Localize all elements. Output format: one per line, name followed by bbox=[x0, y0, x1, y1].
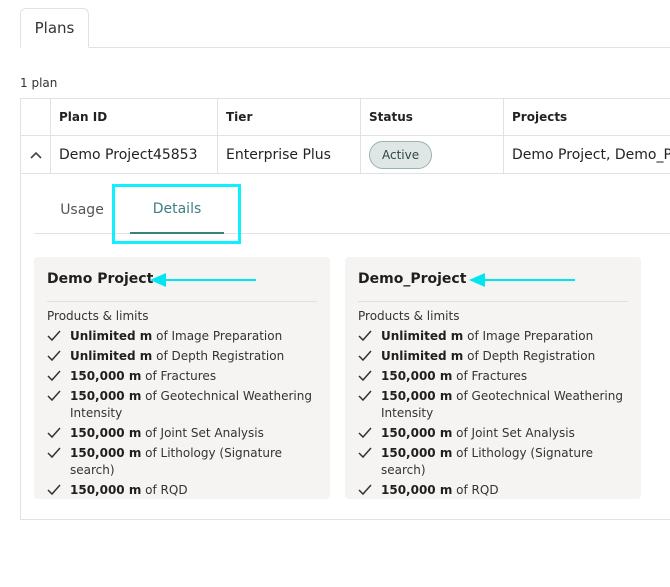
header-tier[interactable]: Tier bbox=[218, 99, 361, 135]
cell-plan-id: Demo Project45853 bbox=[51, 136, 218, 173]
limit-product: of Joint Set Analysis bbox=[452, 426, 575, 440]
card-divider bbox=[47, 301, 317, 302]
check-icon bbox=[358, 370, 372, 382]
card-divider bbox=[358, 301, 628, 302]
limit-amount: 150,000 m bbox=[381, 389, 453, 403]
limit-text: Unlimited m of Depth Registration bbox=[381, 348, 595, 365]
check-icon bbox=[47, 447, 61, 459]
plan-count: 1 plan bbox=[20, 76, 58, 90]
limit-amount: 150,000 m bbox=[381, 369, 453, 383]
tab-bar: Plans bbox=[20, 8, 670, 48]
card-title: Demo_Project bbox=[358, 271, 467, 287]
limit-amount: Unlimited m bbox=[381, 329, 464, 343]
table-row[interactable]: Demo Project45853 Enterprise Plus Active… bbox=[20, 136, 670, 174]
limit-text: 150,000 m of RQD bbox=[381, 482, 499, 499]
check-icon bbox=[358, 447, 372, 459]
tab-plans[interactable]: Plans bbox=[20, 8, 89, 48]
limit-text: Unlimited m of Depth Registration bbox=[70, 348, 284, 365]
limit-text: 150,000 m of Fractures bbox=[70, 368, 216, 385]
header-plan-id[interactable]: Plan ID bbox=[51, 99, 218, 135]
limit-item: Unlimited m of Depth Registration bbox=[47, 348, 320, 365]
limit-text: 150,000 m of Joint Set Analysis bbox=[70, 425, 264, 442]
check-icon bbox=[47, 390, 61, 402]
limit-text: Unlimited m of Image Preparation bbox=[70, 328, 282, 345]
limit-text: 150,000 m of Lithology (Signature search… bbox=[70, 445, 320, 479]
limit-item: Unlimited m of Image Preparation bbox=[47, 328, 320, 345]
header-status[interactable]: Status bbox=[361, 99, 504, 135]
limit-item: Unlimited m of Image Preparation bbox=[358, 328, 631, 345]
limit-item: 150,000 m of Joint Set Analysis bbox=[358, 425, 631, 442]
limit-item: 150,000 m of Geotechnical Weathering Int… bbox=[358, 388, 631, 422]
limit-product: of Depth Registration bbox=[152, 349, 285, 363]
limit-amount: Unlimited m bbox=[70, 349, 153, 363]
card-subtitle: Products & limits bbox=[358, 309, 460, 323]
limit-item: 150,000 m of Geotechnical Weathering Int… bbox=[47, 388, 320, 422]
check-icon bbox=[358, 484, 372, 496]
arrow-left-icon bbox=[469, 273, 575, 287]
check-icon bbox=[358, 427, 372, 439]
row-expand-toggle[interactable] bbox=[21, 136, 51, 173]
limit-text: Unlimited m of Image Preparation bbox=[381, 328, 593, 345]
limit-amount: 150,000 m bbox=[70, 446, 142, 460]
limit-product: of RQD bbox=[452, 483, 499, 497]
limit-amount: 150,000 m bbox=[70, 389, 142, 403]
limit-item: Unlimited m of Depth Registration bbox=[358, 348, 631, 365]
check-icon bbox=[47, 330, 61, 342]
limit-amount: 150,000 m bbox=[70, 369, 142, 383]
limit-amount: Unlimited m bbox=[70, 329, 153, 343]
limit-text: 150,000 m of Geotechnical Weathering Int… bbox=[381, 388, 631, 422]
limit-text: 150,000 m of Fractures bbox=[381, 368, 527, 385]
limits-list: Unlimited m of Image Preparation Unlimite… bbox=[47, 328, 320, 502]
status-badge: Active bbox=[369, 140, 433, 169]
limit-amount: 150,000 m bbox=[70, 483, 142, 497]
header-projects[interactable]: Projects bbox=[504, 99, 670, 135]
cell-tier: Enterprise Plus bbox=[218, 136, 361, 173]
header-expand-cell bbox=[21, 99, 51, 135]
check-icon bbox=[358, 330, 372, 342]
arrow-left-icon bbox=[150, 273, 256, 287]
limit-text: 150,000 m of Lithology (Signature search… bbox=[381, 445, 631, 479]
tab-usage[interactable]: Usage bbox=[49, 186, 115, 234]
limit-product: of Depth Registration bbox=[463, 349, 596, 363]
limit-item: 150,000 m of Fractures bbox=[358, 368, 631, 385]
limit-item: 150,000 m of Lithology (Signature search… bbox=[47, 445, 320, 479]
check-icon bbox=[358, 350, 372, 362]
limit-item: 150,000 m of Fractures bbox=[47, 368, 320, 385]
limit-amount: Unlimited m bbox=[381, 349, 464, 363]
limit-amount: 150,000 m bbox=[381, 426, 453, 440]
limit-product: of RQD bbox=[141, 483, 188, 497]
limit-amount: 150,000 m bbox=[70, 426, 142, 440]
limits-list: Unlimited m of Image Preparation Unlimite… bbox=[358, 328, 631, 502]
table-header: Plan ID Tier Status Projects bbox=[20, 98, 670, 136]
check-icon bbox=[47, 370, 61, 382]
card-subtitle: Products & limits bbox=[47, 309, 149, 323]
limit-product: of Image Preparation bbox=[152, 329, 283, 343]
project-card: Demo Project Products & limits Unlimited… bbox=[34, 257, 330, 499]
limit-product: of Fractures bbox=[141, 369, 217, 383]
limit-text: 150,000 m of RQD bbox=[70, 482, 188, 499]
check-icon bbox=[47, 484, 61, 496]
chevron-up-icon[interactable] bbox=[29, 151, 42, 159]
limit-amount: 150,000 m bbox=[381, 446, 453, 460]
limit-item: 150,000 m of RQD bbox=[358, 482, 631, 499]
limit-item: 150,000 m of RQD bbox=[47, 482, 320, 499]
limit-product: of Joint Set Analysis bbox=[141, 426, 264, 440]
check-icon bbox=[47, 427, 61, 439]
limit-product: of Fractures bbox=[452, 369, 528, 383]
limit-amount: 150,000 m bbox=[381, 483, 453, 497]
check-icon bbox=[47, 350, 61, 362]
limit-item: 150,000 m of Lithology (Signature search… bbox=[358, 445, 631, 479]
tab-details[interactable]: Details bbox=[130, 186, 224, 234]
limit-text: 150,000 m of Geotechnical Weathering Int… bbox=[70, 388, 320, 422]
card-title: Demo Project bbox=[47, 271, 154, 287]
project-card: Demo_Project Products & limits Unlimited… bbox=[345, 257, 641, 499]
check-icon bbox=[358, 390, 372, 402]
detail-tabs: Usage Details bbox=[34, 186, 670, 234]
limit-item: 150,000 m of Joint Set Analysis bbox=[47, 425, 320, 442]
cell-status: Active bbox=[361, 136, 504, 173]
limit-text: 150,000 m of Joint Set Analysis bbox=[381, 425, 575, 442]
cell-projects: Demo Project, Demo_Proje bbox=[512, 146, 670, 163]
plans-table: Plan ID Tier Status Projects Demo Projec… bbox=[20, 98, 670, 174]
limit-product: of Image Preparation bbox=[463, 329, 594, 343]
